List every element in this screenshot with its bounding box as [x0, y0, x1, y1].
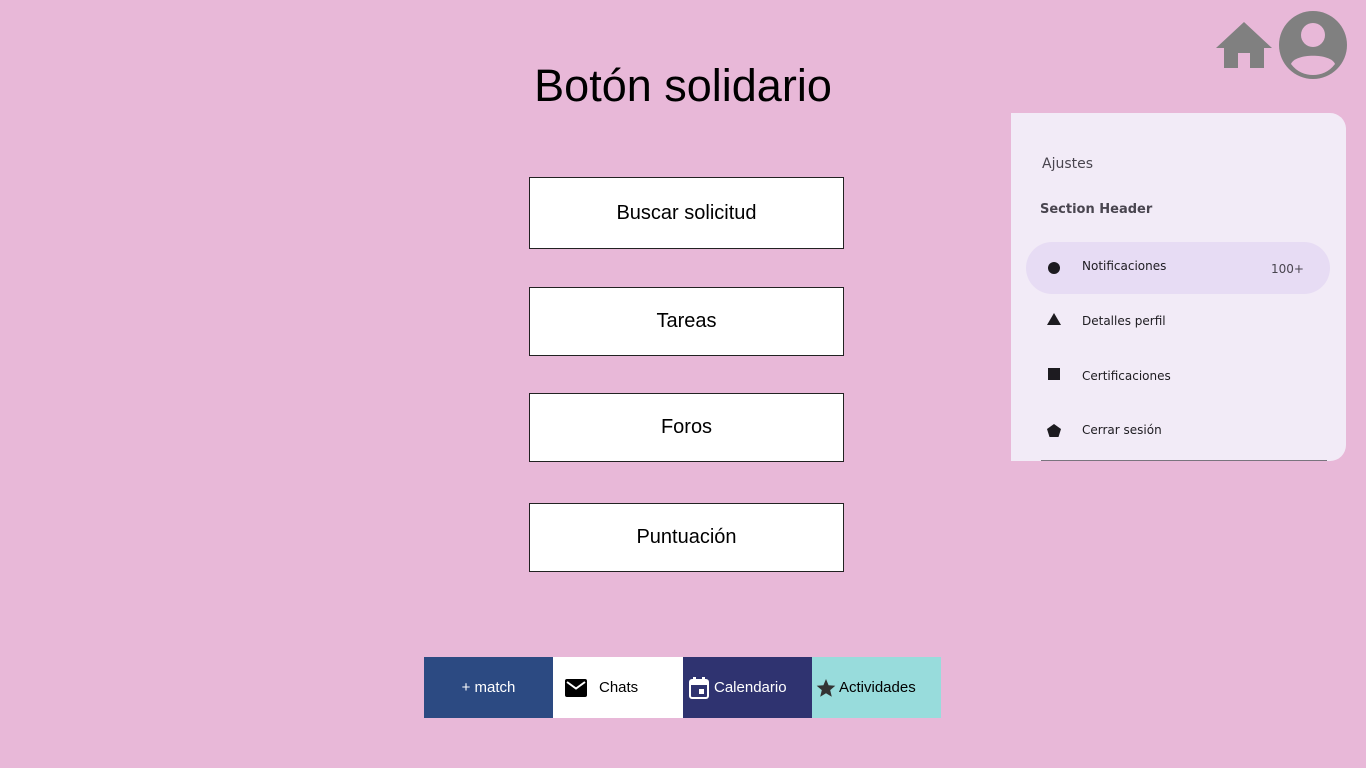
notification-count-badge: 100+	[1271, 262, 1304, 276]
forums-button[interactable]: Foros	[529, 393, 844, 462]
drawer-item-certifications[interactable]: Certificaciones	[1026, 352, 1330, 404]
triangle-icon	[1047, 313, 1061, 325]
tab-label: Calendario	[714, 679, 787, 696]
drawer-item-label: Certificaciones	[1082, 369, 1171, 383]
drawer-item-label: Cerrar sesión	[1082, 423, 1162, 437]
drawer-divider	[1041, 460, 1327, 461]
pentagon-icon	[1047, 424, 1061, 437]
search-request-button[interactable]: Buscar solicitud	[529, 177, 844, 249]
drawer-item-label: Notificaciones	[1082, 259, 1167, 273]
drawer-item-label: Detalles perfil	[1082, 314, 1166, 328]
tab-match[interactable]: + match	[424, 657, 553, 718]
tab-activities[interactable]: Actividades	[812, 657, 941, 718]
score-button[interactable]: Puntuación	[529, 503, 844, 572]
drawer-headline: Ajustes	[1042, 156, 1094, 172]
tab-label: Actividades	[839, 679, 916, 696]
drawer-section-header: Section Header	[1040, 202, 1153, 217]
home-icon[interactable]	[1214, 20, 1274, 70]
tab-label: Chats	[599, 679, 639, 696]
tab-calendar[interactable]: Calendario	[683, 657, 812, 718]
tasks-button[interactable]: Tareas	[529, 287, 844, 356]
top-right-icons	[1210, 10, 1360, 82]
mail-icon	[565, 678, 587, 697]
calendar-icon	[689, 676, 709, 699]
square-icon	[1048, 368, 1060, 380]
drawer-item-logout[interactable]: Cerrar sesión	[1026, 406, 1330, 458]
star-icon	[816, 678, 836, 697]
drawer-item-profile-details[interactable]: Detalles perfil	[1026, 297, 1330, 349]
drawer-item-notifications[interactable]: Notificaciones 100+	[1026, 242, 1330, 294]
bottom-navigation-bar: + match Chats Calendario Actividades	[424, 657, 941, 718]
account-circle-icon[interactable]	[1279, 11, 1347, 79]
tab-chats[interactable]: Chats	[553, 657, 683, 718]
page-title: Botón solidario	[534, 60, 832, 111]
circle-icon	[1048, 262, 1060, 274]
settings-drawer: Ajustes Section Header Notificaciones 10…	[1011, 113, 1346, 461]
tab-label: + match	[461, 679, 516, 696]
